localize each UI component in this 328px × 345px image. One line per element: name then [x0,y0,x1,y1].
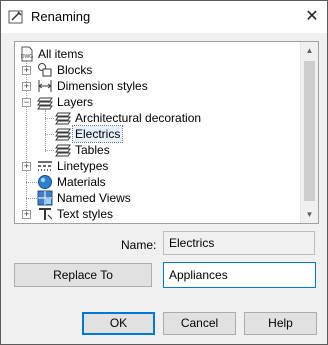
named-views-icon [37,190,53,206]
tree-item-label: Linetypes [57,159,109,173]
tree-item-label: Blocks [57,63,93,77]
name-label: Name: [121,238,157,252]
collapse-icon[interactable]: − [22,98,31,107]
layer-icon [55,112,71,125]
tree-item-label: Tables [75,143,110,157]
linetypes-icon [38,161,52,171]
replace-to-button[interactable]: Replace To [14,263,152,287]
name-value-field: Electrics [163,231,315,255]
tree-item-label: Dimension styles [57,79,148,93]
expand-icon[interactable]: + [22,66,31,75]
item-tree[interactable]: DWG All items + Blocks + Dimension style… [14,41,319,224]
tree-item-label: Layers [57,95,94,109]
scroll-down-arrow-icon[interactable]: ▼ [301,206,318,223]
expand-icon[interactable]: + [22,82,31,91]
tree-item-label: Electrics [71,125,124,143]
close-button[interactable]: ✕ [297,1,327,33]
tree-item-label: Architectural decoration [75,111,202,125]
blocks-icon [38,63,52,77]
text-styles-icon [39,208,53,220]
tree-scrollbar[interactable]: ▲ ▼ [300,42,318,223]
scroll-up-arrow-icon[interactable]: ▲ [301,42,318,59]
materials-icon [38,175,52,189]
renaming-dialog: Renaming ✕ DWG All items + Blocks + Dime… [0,0,328,345]
tree-connector [45,134,54,135]
tree-connector [45,150,54,151]
tree-connector [45,110,46,152]
tree-item-label: Materials [57,175,106,189]
dimension-styles-icon [38,80,52,92]
tree-item-label: All items [38,47,84,61]
tree-item-label: Text styles [57,207,114,221]
layers-icon [37,97,53,110]
tree-item-label: Named Views [57,191,131,205]
scroll-thumb[interactable] [304,61,315,201]
dwg-icon: DWG [21,46,33,62]
layer-icon [55,144,71,157]
replace-to-input[interactable]: Appliances [163,262,316,288]
title-bar: Renaming ✕ [1,1,327,33]
tree-connector [26,198,37,199]
layer-icon [55,128,71,141]
ok-button[interactable]: OK [82,312,155,335]
close-icon: ✕ [305,8,319,25]
window-title: Renaming [31,9,91,24]
svg-text:DWG: DWG [21,54,33,60]
renaming-app-icon [8,10,23,24]
tree-connector [26,182,37,183]
tree-connector [45,118,54,119]
help-button[interactable]: Help [244,312,317,335]
expand-icon[interactable]: + [22,162,31,171]
expand-icon[interactable]: + [22,210,31,219]
cancel-button[interactable]: Cancel [163,312,236,335]
